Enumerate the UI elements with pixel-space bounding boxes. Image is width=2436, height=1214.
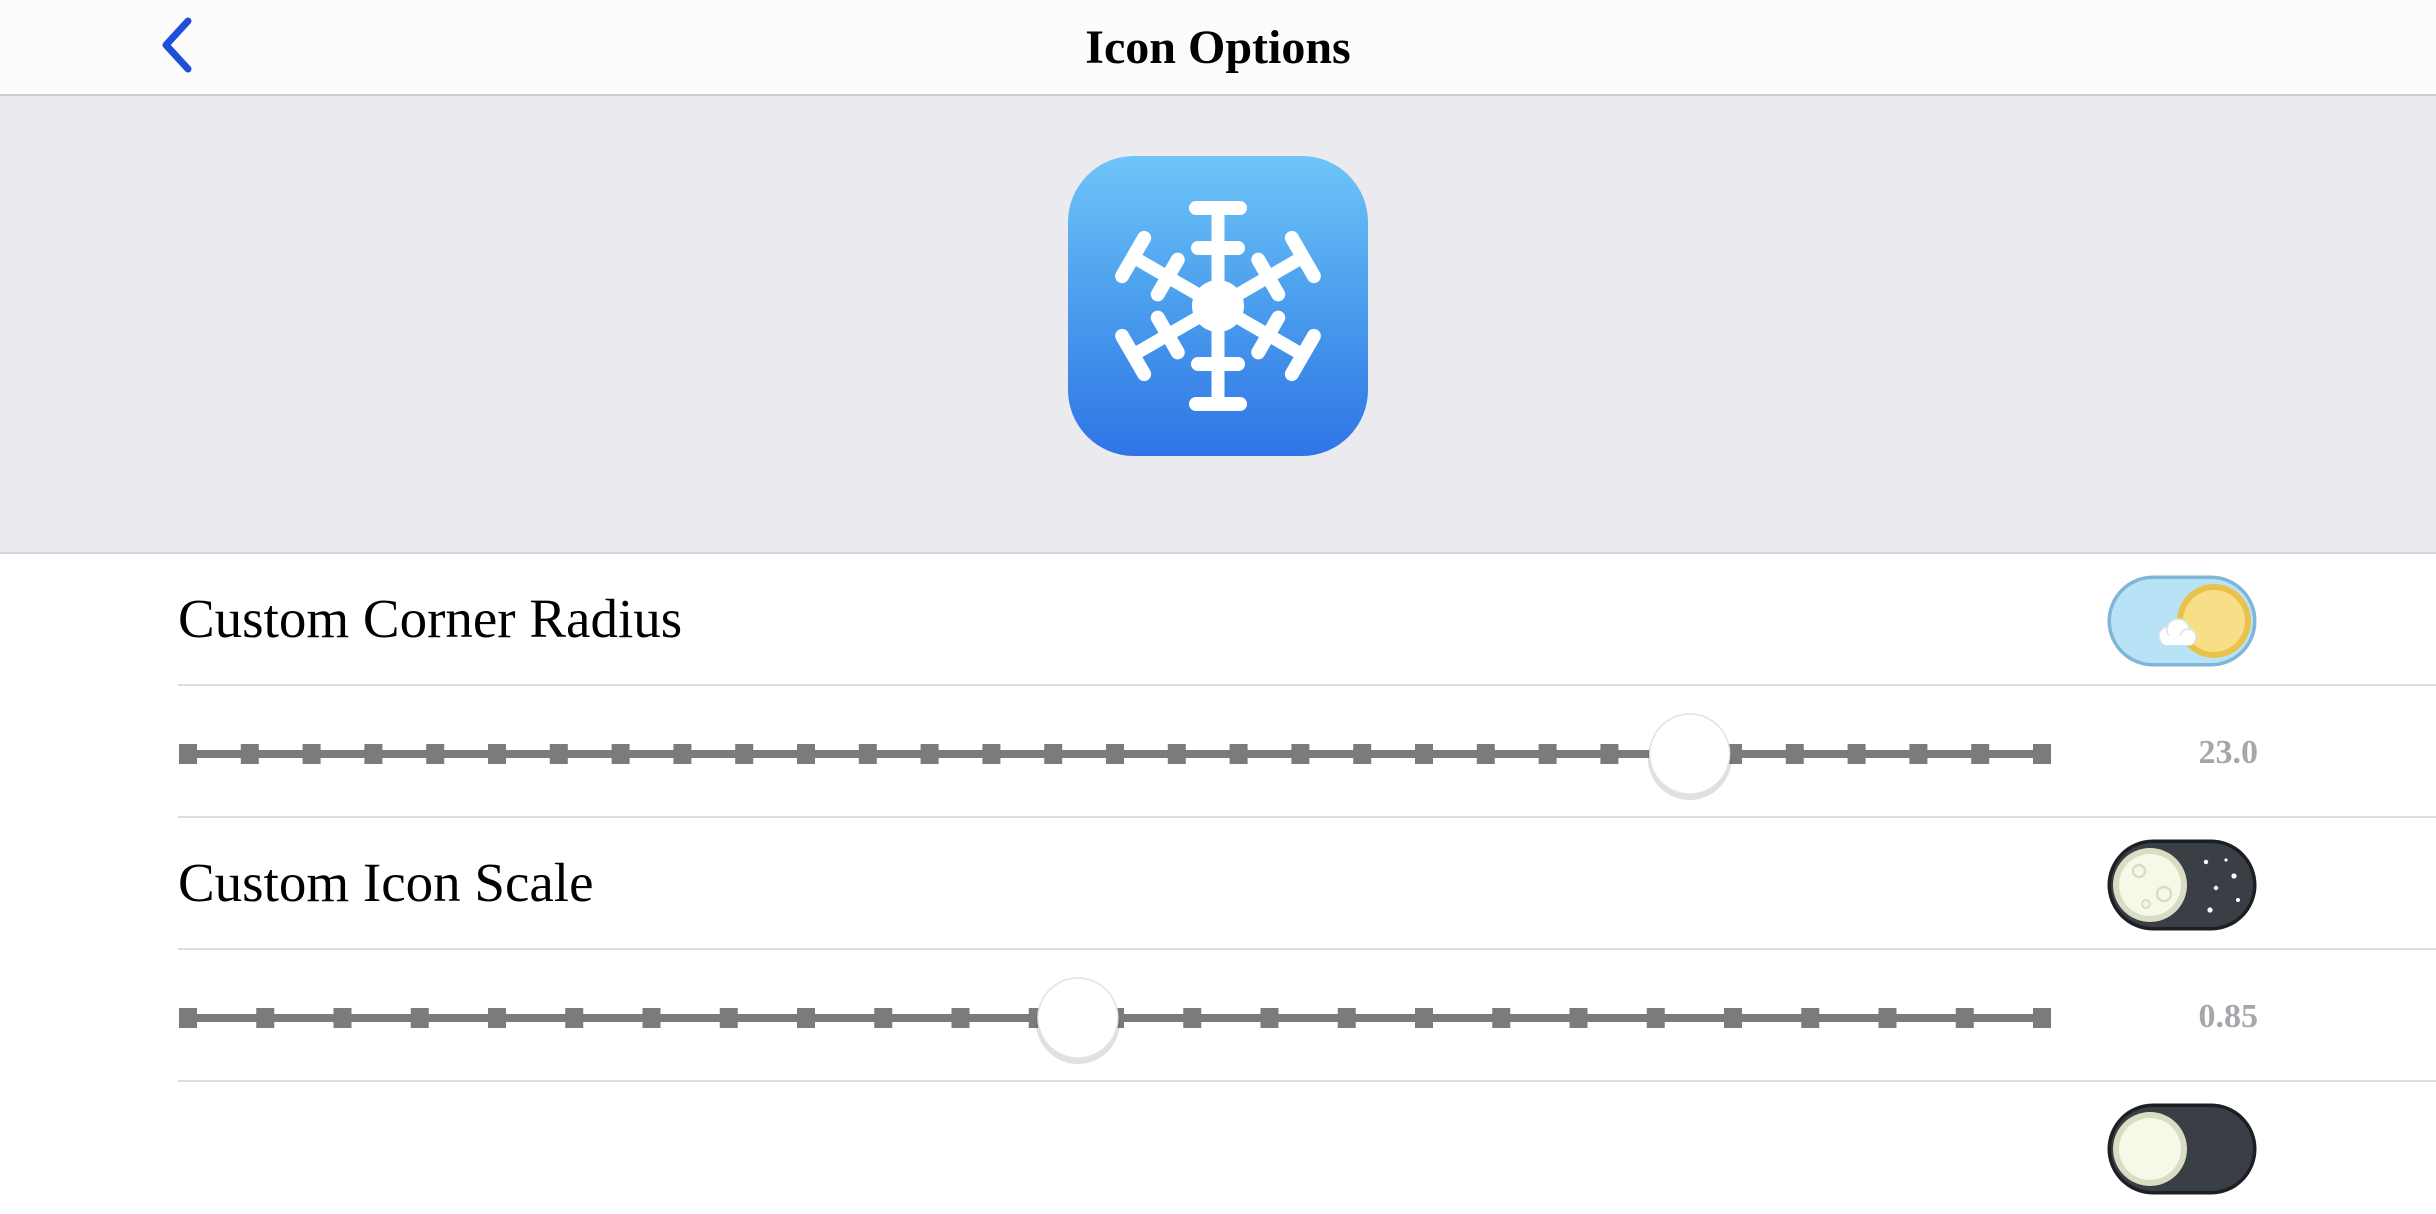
slider-tick (1167, 744, 1186, 764)
slider-tick (1724, 1008, 1742, 1028)
slider-thumb (1037, 977, 1119, 1059)
icon-scale-slider[interactable] (178, 950, 2052, 1080)
corner-radius-toggle[interactable] (2106, 574, 2258, 668)
slider-tick (1569, 1008, 1588, 1028)
slider-tick (1260, 1008, 1279, 1028)
slider-tick (1415, 744, 1433, 764)
day-sun-icon (2107, 575, 2257, 667)
slider-tick (1847, 744, 1866, 764)
slider-tick (858, 744, 877, 764)
slider-tick (549, 744, 568, 764)
slider-tick (951, 1008, 970, 1028)
slider-track-graphic (179, 713, 2051, 800)
slider-tick (611, 744, 630, 764)
slider-tick (719, 1008, 738, 1028)
slider-tick (797, 744, 815, 764)
slider-tick (1785, 744, 1804, 764)
icon-preview-area (0, 96, 2436, 554)
slider-tick (488, 1008, 506, 1028)
slider-tick (1229, 744, 1248, 764)
slider-tick (642, 1008, 661, 1028)
slider-tick (735, 744, 754, 764)
slider-tick (673, 744, 692, 764)
corner-radius-slider[interactable] (178, 686, 2052, 816)
slider-tick (179, 1008, 197, 1028)
next-option-row (0, 1082, 2436, 1214)
slider-tick (1415, 1008, 1433, 1028)
slider-tick (2033, 744, 2051, 764)
slider-tick (982, 744, 1001, 764)
slider-tick (1646, 1008, 1665, 1028)
slider-tick (179, 744, 197, 764)
slider-tick (1909, 744, 1928, 764)
slider-tick (1106, 744, 1124, 764)
slider-tick (797, 1008, 815, 1028)
slider-tick (333, 1008, 352, 1028)
slider-tick (1801, 1008, 1820, 1028)
slider-tick (410, 1008, 429, 1028)
corner-radius-label: Custom Corner Radius (178, 588, 683, 649)
icon-scale-slider-row: 0.85 (0, 950, 2436, 1082)
slider-tick (874, 1008, 893, 1028)
night-moon-icon (2107, 839, 2257, 931)
night-moon-icon (2107, 1103, 2257, 1195)
icon-scale-toggle[interactable] (2106, 838, 2258, 932)
slider-tick (426, 744, 445, 764)
snowflake-icon (1068, 201, 1368, 456)
slider-tick (1538, 744, 1557, 764)
slider-tick (1492, 1008, 1511, 1028)
slider-tick (364, 744, 383, 764)
slider-tick (1600, 744, 1619, 764)
slider-track-graphic (179, 977, 2051, 1064)
slider-tick (565, 1008, 584, 1028)
app-icon-preview (1068, 156, 1368, 456)
slider-tick (1337, 1008, 1356, 1028)
slider-tick (1044, 744, 1063, 764)
slider-tick (1878, 1008, 1897, 1028)
navigation-bar: Icon Options (0, 0, 2436, 96)
slider-tick (1183, 1008, 1202, 1028)
corner-radius-value: 23.0 (2198, 734, 2259, 771)
icon-scale-label: Custom Icon Scale (178, 852, 594, 913)
icon-scale-value: 0.85 (2198, 998, 2259, 1035)
slider-thumb (1648, 713, 1731, 795)
slider-tick (256, 1008, 275, 1028)
icon-scale-row: Custom Icon Scale (0, 818, 2436, 950)
page-title: Icon Options (1085, 21, 1351, 74)
slider-tick (1291, 744, 1310, 764)
corner-radius-row: Custom Corner Radius (0, 554, 2436, 686)
slider-tick (2033, 1008, 2051, 1028)
slider-tick (1955, 1008, 1974, 1028)
slider-tick (1476, 744, 1495, 764)
slider-tick (1971, 744, 1990, 764)
corner-radius-slider-row: 23.0 (0, 686, 2436, 818)
next-option-toggle[interactable] (2106, 1102, 2258, 1196)
slider-tick (302, 744, 321, 764)
slider-tick (488, 744, 506, 764)
slider-tick (1353, 744, 1372, 764)
slider-tick (240, 744, 259, 764)
slider-tick (920, 744, 939, 764)
